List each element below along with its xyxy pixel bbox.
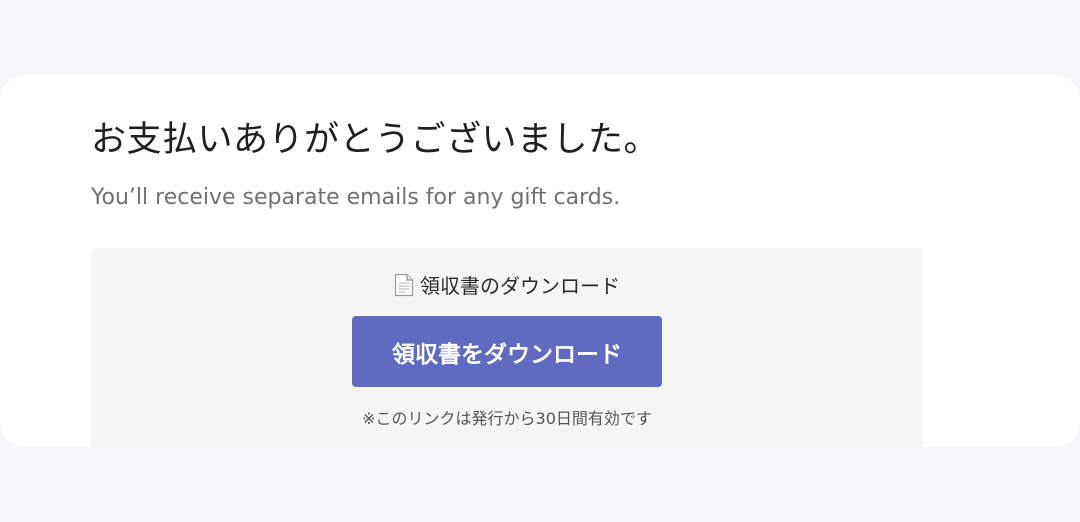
download-receipt-button[interactable]: 領収書をダウンロード	[352, 316, 662, 387]
receipt-heading: 領収書のダウンロード	[91, 270, 923, 302]
gift-card-email-notice: You’ll receive separate emails for any g…	[91, 185, 621, 210]
receipt-download-panel: 領収書のダウンロード 領収書をダウンロード ※このリンクは発行から30日間有効で…	[91, 248, 923, 447]
document-icon	[394, 273, 414, 302]
link-validity-note: ※このリンクは発行から30日間有効です	[362, 409, 652, 428]
page-title: お支払いありがとうございました。	[91, 120, 660, 160]
confirmation-card: お支払いありがとうございました。 You’ll receive separate…	[0, 75, 1080, 447]
receipt-heading-label: 領収書のダウンロード	[420, 274, 620, 298]
